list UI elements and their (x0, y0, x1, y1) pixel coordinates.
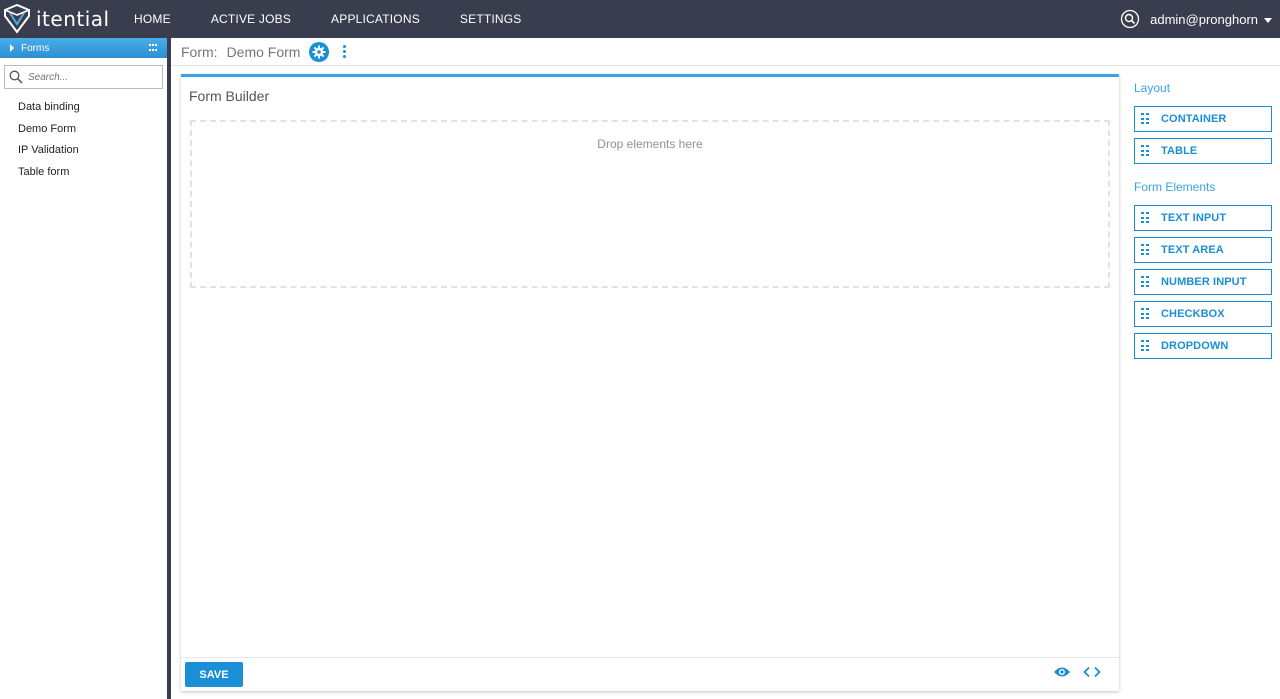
drop-zone[interactable]: Drop elements here (190, 120, 1110, 288)
logo-icon (4, 4, 30, 34)
user-menu[interactable]: admin@pronghorn (1150, 12, 1258, 27)
search-icon (9, 70, 23, 84)
palette-item-label: TABLE (1161, 145, 1198, 157)
drag-handle-icon (1141, 113, 1149, 125)
palette-item-label: DROPDOWN (1161, 340, 1229, 352)
nav-active-jobs[interactable]: ACTIVE JOBS (211, 12, 291, 26)
grid-icon[interactable] (149, 44, 158, 52)
nav-settings[interactable]: SETTINGS (460, 12, 522, 26)
sidebar-section-header[interactable]: Forms (0, 38, 167, 58)
drag-handle-icon (1141, 212, 1149, 224)
code-icon[interactable] (1083, 666, 1101, 678)
sidebar-divider[interactable] (167, 38, 171, 699)
list-item[interactable]: Data binding (18, 101, 80, 123)
form-builder-title: Form Builder (189, 88, 270, 104)
chevron-down-icon[interactable] (1264, 17, 1272, 23)
global-search-icon[interactable] (1120, 9, 1140, 29)
eye-icon[interactable] (1053, 666, 1071, 678)
drag-handle-icon (1141, 244, 1149, 256)
sidebar-section-label: Forms (21, 42, 50, 54)
palette-number-input[interactable]: NUMBER INPUT (1134, 269, 1272, 295)
caret-right-icon (10, 44, 14, 52)
palette-dropdown[interactable]: DROPDOWN (1134, 333, 1272, 359)
breadcrumb: Form: Demo Form (171, 38, 1280, 66)
settings-button[interactable] (309, 41, 330, 62)
layout-heading: Layout (1134, 81, 1171, 95)
nav-home[interactable]: HOME (134, 12, 171, 26)
drag-handle-icon (1141, 308, 1149, 320)
nav-applications[interactable]: APPLICATIONS (331, 12, 420, 26)
page-title: Demo Form (226, 43, 301, 60)
drag-handle-icon (1141, 145, 1149, 157)
palette-item-label: CHECKBOX (1161, 308, 1225, 320)
palette-table[interactable]: TABLE (1134, 138, 1272, 164)
save-button[interactable]: SAVE (185, 662, 243, 687)
drop-zone-text: Drop elements here (597, 137, 703, 151)
palette-text-input[interactable]: TEXT INPUT (1134, 205, 1272, 231)
itential-logo[interactable]: itential (2, 4, 110, 34)
form-builder-footer: SAVE (181, 657, 1119, 691)
form-builder-panel: Form Builder Drop elements here SAVE (181, 74, 1119, 691)
sidebar-search (4, 65, 163, 89)
form-elements-heading: Form Elements (1134, 180, 1216, 194)
forms-list: Data binding Demo Form IP Validation Tab… (18, 101, 80, 187)
palette-item-label: TEXT INPUT (1161, 212, 1227, 224)
main-nav: HOME ACTIVE JOBS APPLICATIONS SETTINGS (134, 0, 562, 38)
list-item[interactable]: Table form (18, 166, 80, 188)
palette-text-area[interactable]: TEXT AREA (1134, 237, 1272, 263)
sidebar: Forms Data binding Demo Form IP Validati… (0, 38, 167, 699)
search-input[interactable] (28, 71, 153, 83)
user-area: admin@pronghorn (1120, 0, 1272, 38)
breadcrumb-prefix: Form: (181, 43, 218, 60)
palette-container[interactable]: CONTAINER (1134, 106, 1272, 132)
list-item[interactable]: Demo Form (18, 123, 80, 145)
list-item[interactable]: IP Validation (18, 144, 80, 166)
logo-text: itential (36, 7, 110, 31)
more-options-icon[interactable] (343, 45, 347, 58)
footer-actions (1053, 666, 1101, 678)
palette-checkbox[interactable]: CHECKBOX (1134, 301, 1272, 327)
palette-item-label: TEXT AREA (1161, 244, 1224, 256)
drag-handle-icon (1141, 276, 1149, 288)
drag-handle-icon (1141, 340, 1149, 352)
gear-icon (312, 45, 326, 58)
top-navbar: itential HOME ACTIVE JOBS APPLICATIONS S… (0, 0, 1280, 38)
elements-palette: Layout CONTAINER TABLE Form Elements TEX… (1134, 78, 1272, 365)
palette-item-label: NUMBER INPUT (1161, 276, 1247, 288)
palette-item-label: CONTAINER (1161, 113, 1227, 125)
